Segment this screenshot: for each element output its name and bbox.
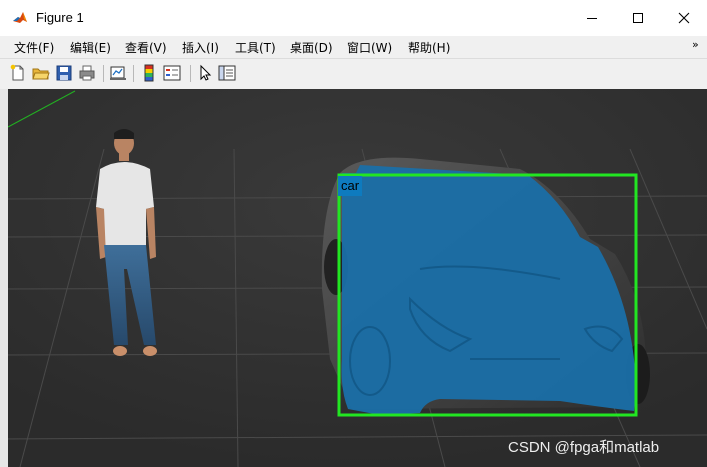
title-bar: Figure 1 bbox=[0, 0, 707, 36]
minimize-button[interactable] bbox=[569, 0, 615, 36]
colorbar-icon[interactable] bbox=[140, 64, 158, 82]
background-window-edge bbox=[0, 89, 8, 467]
print-icon[interactable] bbox=[78, 64, 96, 82]
window-title: Figure 1 bbox=[36, 10, 84, 25]
maximize-icon bbox=[633, 13, 643, 23]
toolbar-separator bbox=[103, 65, 104, 82]
maximize-button[interactable] bbox=[615, 0, 661, 36]
toolbar bbox=[0, 58, 707, 90]
figure-canvas[interactable]: car CSDN @fpga和matlab bbox=[0, 89, 707, 467]
property-inspector-icon[interactable] bbox=[218, 64, 236, 82]
scene-render bbox=[0, 89, 707, 467]
menu-view[interactable]: 查看(V) bbox=[125, 39, 167, 56]
menu-desktop[interactable]: 桌面(D) bbox=[290, 39, 333, 56]
close-icon bbox=[678, 12, 690, 24]
double-arrow-icon[interactable]: » bbox=[692, 38, 699, 51]
close-button[interactable] bbox=[661, 0, 707, 36]
new-figure-icon[interactable] bbox=[9, 64, 27, 82]
menu-window[interactable]: 窗口(W) bbox=[347, 39, 392, 56]
save-icon[interactable] bbox=[55, 64, 73, 82]
watermark-text: CSDN @fpga和matlab bbox=[508, 439, 660, 456]
toolbar-separator bbox=[133, 65, 134, 82]
menu-insert[interactable]: 插入(I) bbox=[182, 39, 219, 56]
legend-icon[interactable] bbox=[163, 64, 181, 82]
menu-tools[interactable]: 工具(T) bbox=[235, 39, 276, 56]
open-file-icon[interactable] bbox=[32, 64, 50, 82]
minimize-icon bbox=[587, 18, 597, 19]
menu-help[interactable]: 帮助(H) bbox=[408, 39, 450, 56]
matlab-logo-icon bbox=[12, 10, 28, 26]
menu-file[interactable]: 文件(F) bbox=[14, 39, 54, 56]
menu-bar: 文件(F) 编辑(E) 查看(V) 插入(I) 工具(T) 桌面(D) 窗口(W… bbox=[0, 36, 707, 58]
link-plot-icon[interactable] bbox=[109, 64, 127, 82]
menu-edit[interactable]: 编辑(E) bbox=[70, 39, 111, 56]
toolbar-separator bbox=[190, 65, 191, 82]
select-pointer-icon[interactable] bbox=[196, 64, 214, 82]
detection-label: car bbox=[338, 176, 363, 196]
